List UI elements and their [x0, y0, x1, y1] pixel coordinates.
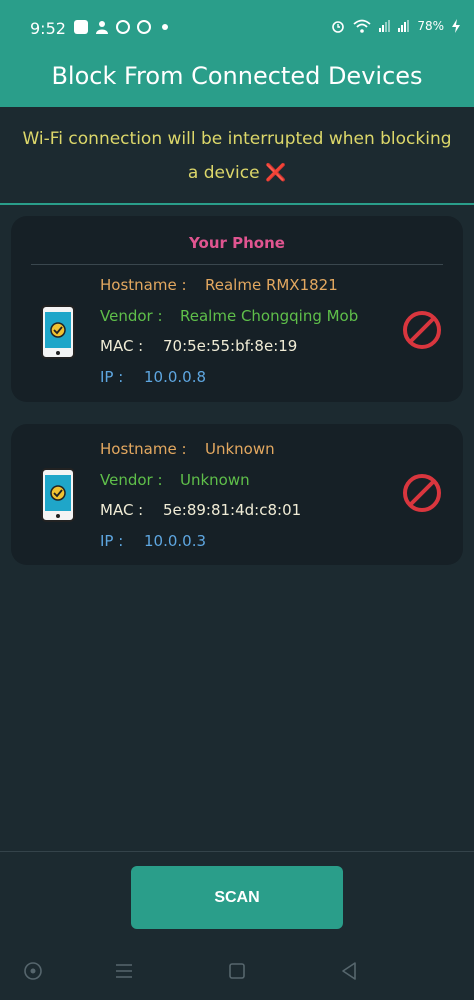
scan-button[interactable]: SCAN — [131, 866, 343, 929]
system-nav-bar — [0, 950, 474, 992]
phone-icon — [41, 305, 75, 359]
ip-label: IP : — [100, 368, 124, 386]
phone-icon — [41, 468, 75, 522]
card-title-your-phone: Your Phone — [189, 234, 285, 252]
recents-icon[interactable] — [113, 960, 135, 982]
page-title: Block From Connected Devices — [51, 62, 423, 90]
ip-value: 10.0.0.3 — [144, 532, 207, 550]
battery-level: 78% — [417, 19, 444, 33]
status-time: 9:52 — [30, 19, 66, 38]
mac-value: 70:5e:55:bf:8e:19 — [163, 337, 298, 355]
play-circle-icon — [116, 20, 130, 34]
card-divider — [31, 264, 443, 265]
signal-icon — [379, 20, 391, 32]
mac-label: MAC : — [100, 337, 144, 355]
app-notification-icon — [74, 20, 88, 34]
bottom-divider — [0, 851, 474, 852]
notification-icons — [74, 20, 168, 34]
ip-value: 10.0.0.8 — [144, 368, 207, 386]
device-card: Your Phone Hostname : Realme RMX1821 Vend… — [11, 216, 463, 402]
warning-text: Wi-Fi connection will be interrupted whe… — [22, 129, 452, 183]
alarm-icon — [332, 21, 345, 33]
hostname-label: Hostname : — [100, 276, 187, 294]
hostname-label: Hostname : — [100, 440, 187, 458]
device-card: Hostname : Unknown Vendor : Unknown MAC : 5… — [11, 424, 463, 565]
charging-icon — [452, 19, 460, 33]
wifi-icon — [353, 19, 371, 33]
assistant-icon[interactable] — [22, 960, 44, 982]
vendor-label: Vendor : — [100, 307, 163, 325]
vendor-label: Vendor : — [100, 471, 163, 489]
block-icon[interactable] — [402, 473, 442, 513]
app-header: 9:52 78% Block From Connected Devices — [0, 0, 474, 107]
mac-value: 5e:89:81:4d:c8:01 — [163, 501, 302, 519]
hostname-row: Hostname : Unknown — [100, 440, 275, 458]
block-warning: Wi-Fi connection will be interrupted whe… — [20, 122, 454, 190]
signal-icon-2 — [398, 20, 410, 32]
mac-row: MAC : 5e:89:81:4d:c8:01 — [100, 501, 301, 519]
system-status: 78% — [331, 19, 460, 33]
ip-row: IP : 10.0.0.8 — [100, 368, 206, 386]
vendor-value: Realme Chongqing Mob — [180, 307, 359, 325]
more-notifications-dot — [162, 24, 168, 30]
vendor-value: Unknown — [180, 471, 250, 489]
ip-label: IP : — [100, 532, 124, 550]
mac-row: MAC : 70:5e:55:bf:8e:19 — [100, 337, 297, 355]
home-icon[interactable] — [226, 960, 248, 982]
header-divider — [0, 203, 474, 205]
b-circle-icon — [137, 20, 151, 34]
ip-row: IP : 10.0.0.3 — [100, 532, 206, 550]
status-bar: 9:52 78% — [0, 0, 474, 58]
hostname-row: Hostname : Realme RMX1821 — [100, 276, 338, 294]
vendor-row: Vendor : Realme Chongqing Mob — [100, 307, 358, 325]
vendor-row: Vendor : Unknown — [100, 471, 250, 489]
block-icon[interactable] — [402, 310, 442, 350]
back-icon[interactable] — [338, 960, 360, 982]
contact-icon — [96, 21, 108, 34]
cross-mark-icon: ❌ — [264, 163, 287, 183]
mac-label: MAC : — [100, 501, 144, 519]
hostname-value: Realme RMX1821 — [205, 276, 338, 294]
hostname-value: Unknown — [205, 440, 275, 458]
